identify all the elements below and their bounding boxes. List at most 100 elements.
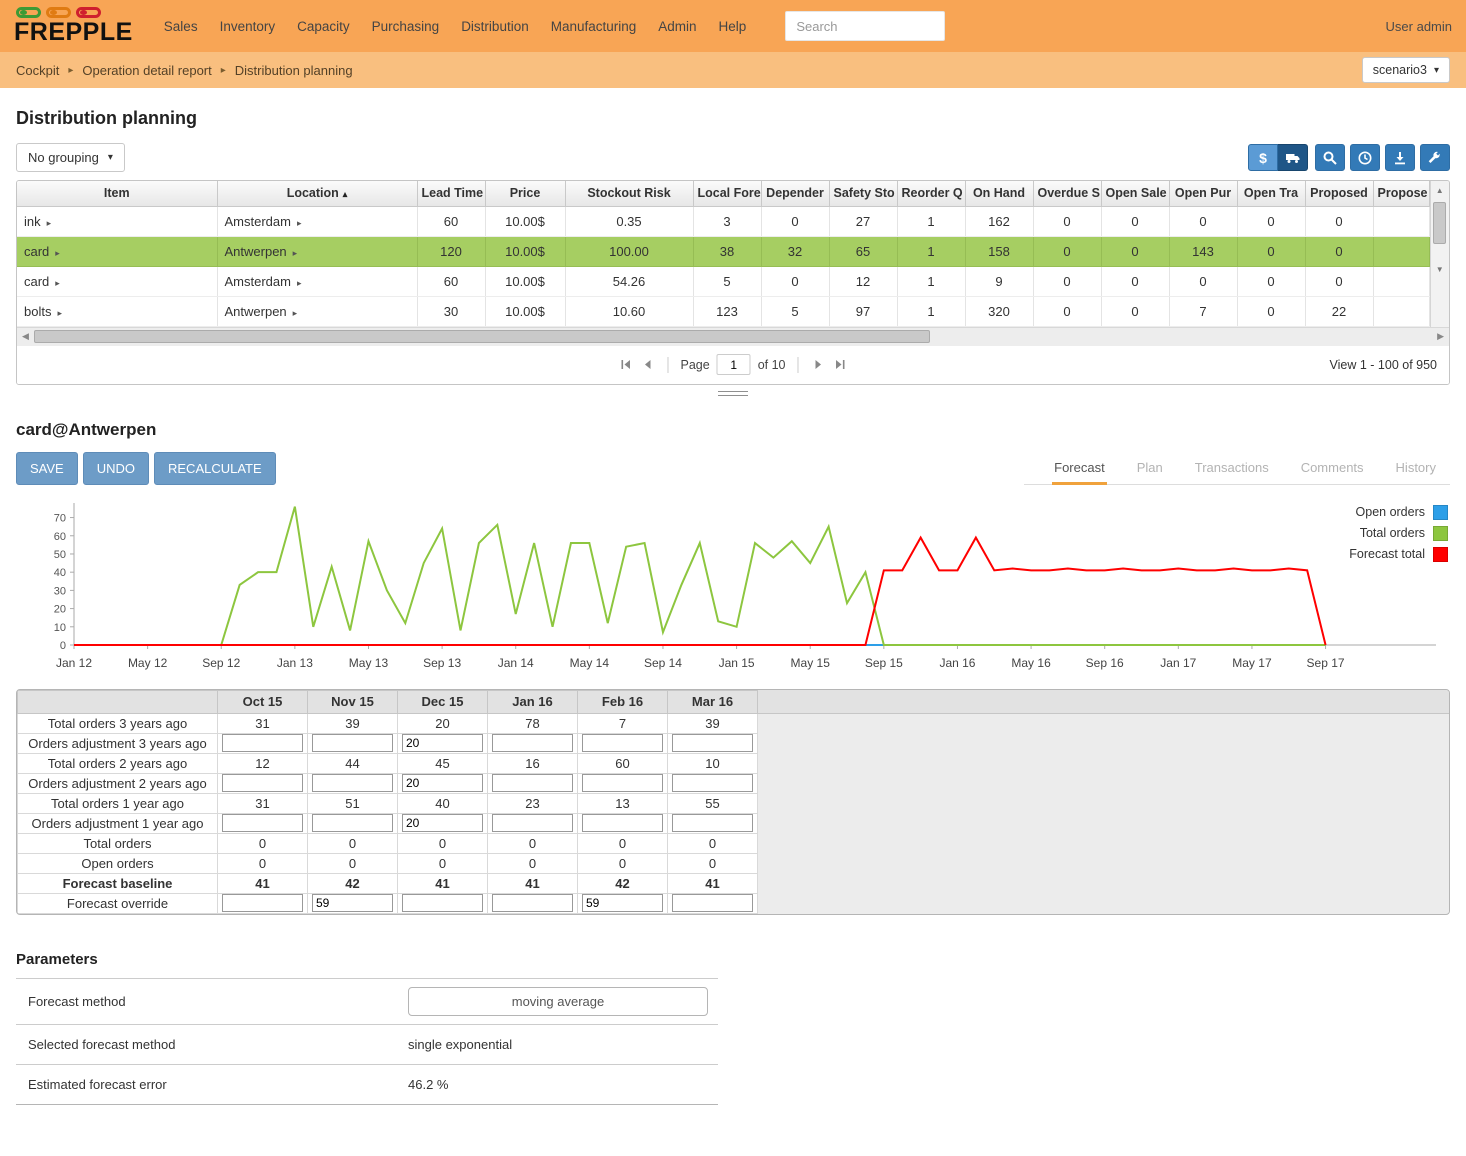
column-header-location[interactable]: Location▴ <box>217 181 417 206</box>
currency-button[interactable]: $ <box>1248 144 1278 171</box>
grid-input-orders-adjustment-1-year-ago-oct-15[interactable] <box>222 814 303 832</box>
grid-input-orders-adjustment-1-year-ago-dec-15[interactable] <box>402 814 483 832</box>
save-button[interactable]: SAVE <box>16 452 78 485</box>
prev-page-button[interactable] <box>640 359 655 370</box>
column-header-overdue-s[interactable]: Overdue S <box>1033 181 1101 206</box>
column-header-proposed[interactable]: Proposed <box>1305 181 1373 206</box>
nav-item-sales[interactable]: Sales <box>153 19 209 34</box>
grid-input-orders-adjustment-3-years-ago-feb-16[interactable] <box>582 734 663 752</box>
column-header-safety-sto[interactable]: Safety Sto <box>829 181 897 206</box>
grid-input-orders-adjustment-3-years-ago-dec-15[interactable] <box>402 734 483 752</box>
grid-input-forecast-override-mar-16[interactable] <box>672 894 753 912</box>
grid-input-orders-adjustment-3-years-ago-jan-16[interactable] <box>492 734 573 752</box>
grid-month-header[interactable]: Jan 16 <box>488 690 578 713</box>
scroll-left-icon[interactable]: ◀ <box>22 332 29 341</box>
grid-month-header[interactable]: Dec 15 <box>398 690 488 713</box>
context-menu-caret-icon[interactable]: ▸ <box>47 218 52 228</box>
nav-item-distribution[interactable]: Distribution <box>450 19 540 34</box>
vertical-scrollbar[interactable]: ▲ ▼ <box>1430 181 1450 327</box>
column-header-stockout-risk[interactable]: Stockout Risk <box>565 181 693 206</box>
recalculate-button[interactable]: RECALCULATE <box>154 452 276 485</box>
context-menu-caret-icon[interactable]: ▸ <box>293 248 298 258</box>
scenario-dropdown[interactable]: scenario3 ▾ <box>1362 57 1450 83</box>
tab-forecast[interactable]: Forecast <box>1054 460 1105 475</box>
user-menu[interactable]: User admin <box>1386 19 1452 34</box>
context-menu-caret-icon[interactable]: ▸ <box>293 308 298 318</box>
horizontal-scrollbar-thumb[interactable] <box>34 330 930 343</box>
grid-input-orders-adjustment-2-years-ago-feb-16[interactable] <box>582 774 663 792</box>
column-header-price[interactable]: Price <box>485 181 565 206</box>
context-menu-caret-icon[interactable]: ▸ <box>55 278 60 288</box>
table-row[interactable]: card▸Amsterdam▸6010.00$54.2650121900000 <box>17 266 1429 296</box>
time-bucket-button[interactable] <box>1350 144 1380 171</box>
breadcrumb-item[interactable]: Operation detail report <box>82 63 211 78</box>
grid-month-header[interactable]: Mar 16 <box>668 690 758 713</box>
grid-input-orders-adjustment-1-year-ago-feb-16[interactable] <box>582 814 663 832</box>
panel-resize-handle[interactable] <box>718 391 748 396</box>
page-number-input[interactable] <box>717 354 751 375</box>
search-records-button[interactable] <box>1315 144 1345 171</box>
download-button[interactable] <box>1385 144 1415 171</box>
context-menu-caret-icon[interactable]: ▸ <box>57 308 62 318</box>
context-menu-caret-icon[interactable]: ▸ <box>297 218 302 228</box>
vertical-scrollbar-thumb[interactable] <box>1433 202 1446 244</box>
grid-input-forecast-override-oct-15[interactable] <box>222 894 303 912</box>
column-header-on-hand[interactable]: On Hand <box>965 181 1033 206</box>
grid-month-header[interactable]: Feb 16 <box>578 690 668 713</box>
forecast-method-button[interactable]: moving average <box>408 987 708 1016</box>
truck-button[interactable] <box>1278 144 1308 171</box>
column-header-propose[interactable]: Propose <box>1373 181 1429 206</box>
tab-comments[interactable]: Comments <box>1301 460 1364 475</box>
column-header-local-fore[interactable]: Local Fore <box>693 181 761 206</box>
grid-month-header[interactable]: Nov 15 <box>308 690 398 713</box>
tab-transactions[interactable]: Transactions <box>1195 460 1269 475</box>
column-header-open-sale[interactable]: Open Sale <box>1101 181 1169 206</box>
grid-input-orders-adjustment-2-years-ago-mar-16[interactable] <box>672 774 753 792</box>
customize-button[interactable] <box>1420 144 1450 171</box>
column-header-lead-time[interactable]: Lead Time <box>417 181 485 206</box>
frepple-logo[interactable]: FREPPLE <box>14 6 133 45</box>
tab-plan[interactable]: Plan <box>1137 460 1163 475</box>
nav-item-admin[interactable]: Admin <box>647 19 707 34</box>
grid-input-orders-adjustment-3-years-ago-nov-15[interactable] <box>312 734 393 752</box>
context-menu-caret-icon[interactable]: ▸ <box>55 248 60 258</box>
first-page-button[interactable] <box>618 359 633 370</box>
grid-input-orders-adjustment-1-year-ago-mar-16[interactable] <box>672 814 753 832</box>
grid-input-orders-adjustment-2-years-ago-oct-15[interactable] <box>222 774 303 792</box>
column-header-reorder-q[interactable]: Reorder Q <box>897 181 965 206</box>
grid-input-forecast-override-feb-16[interactable] <box>582 894 663 912</box>
grid-input-orders-adjustment-1-year-ago-nov-15[interactable] <box>312 814 393 832</box>
grid-input-forecast-override-nov-15[interactable] <box>312 894 393 912</box>
nav-item-inventory[interactable]: Inventory <box>209 19 287 34</box>
undo-button[interactable]: UNDO <box>83 452 149 485</box>
grid-input-forecast-override-dec-15[interactable] <box>402 894 483 912</box>
grouping-dropdown[interactable]: No grouping ▾ <box>16 143 125 172</box>
scroll-down-icon[interactable]: ▼ <box>1436 264 1444 276</box>
grid-input-orders-adjustment-3-years-ago-mar-16[interactable] <box>672 734 753 752</box>
nav-item-purchasing[interactable]: Purchasing <box>361 19 451 34</box>
grid-input-orders-adjustment-1-year-ago-jan-16[interactable] <box>492 814 573 832</box>
table-row[interactable]: ink▸Amsterdam▸6010.00$0.353027116200000 <box>17 206 1429 236</box>
column-header-item[interactable]: Item <box>17 181 217 206</box>
scroll-up-icon[interactable]: ▲ <box>1436 185 1444 197</box>
next-page-button[interactable] <box>811 359 826 370</box>
column-header-depender[interactable]: Depender <box>761 181 829 206</box>
column-header-open-pur[interactable]: Open Pur <box>1169 181 1237 206</box>
grid-input-orders-adjustment-2-years-ago-nov-15[interactable] <box>312 774 393 792</box>
grid-input-forecast-override-jan-16[interactable] <box>492 894 573 912</box>
grid-month-header[interactable]: Oct 15 <box>218 690 308 713</box>
nav-item-help[interactable]: Help <box>708 19 758 34</box>
search-input[interactable] <box>785 11 945 41</box>
tab-history[interactable]: History <box>1396 460 1436 475</box>
table-row[interactable]: card▸Antwerpen▸12010.00$100.003832651158… <box>17 236 1429 266</box>
context-menu-caret-icon[interactable]: ▸ <box>297 278 302 288</box>
nav-item-manufacturing[interactable]: Manufacturing <box>540 19 648 34</box>
table-row[interactable]: bolts▸Antwerpen▸3010.00$10.6012359713200… <box>17 296 1429 326</box>
grid-input-orders-adjustment-2-years-ago-dec-15[interactable] <box>402 774 483 792</box>
grid-input-orders-adjustment-3-years-ago-oct-15[interactable] <box>222 734 303 752</box>
last-page-button[interactable] <box>833 359 848 370</box>
column-header-open-tra[interactable]: Open Tra <box>1237 181 1305 206</box>
grid-input-orders-adjustment-2-years-ago-jan-16[interactable] <box>492 774 573 792</box>
scroll-right-icon[interactable]: ▶ <box>1437 332 1444 341</box>
nav-item-capacity[interactable]: Capacity <box>286 19 361 34</box>
